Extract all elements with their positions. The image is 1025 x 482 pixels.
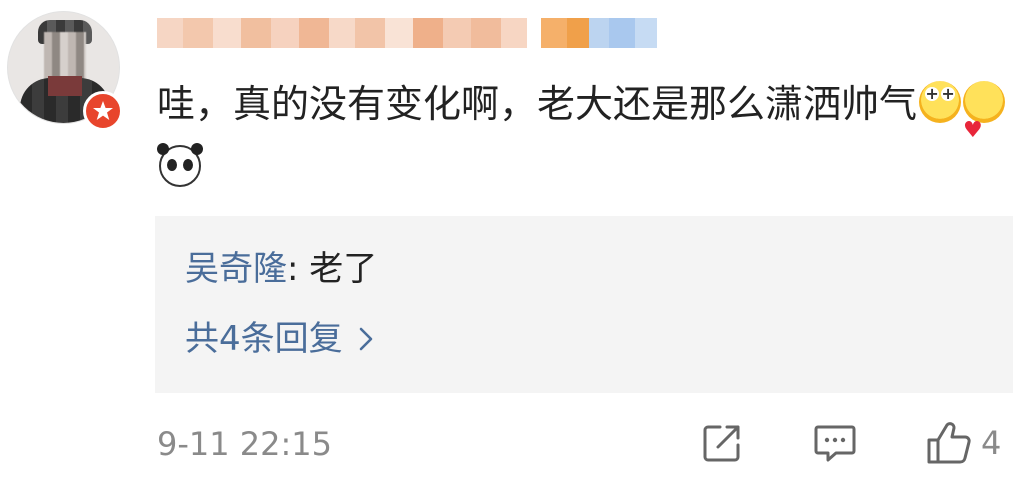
reply-preview-line: 吴奇隆: 老了 [185,246,377,292]
chevron-right-icon [359,327,372,351]
comment-card: 哇，真的没有变化啊，老大还是那么潇洒帅气 吴奇隆: 老了 共4条回复 9-11 … [0,0,1025,482]
comment-icon [814,425,856,462]
like-count: 4 [981,424,1002,462]
share-icon [703,425,740,462]
reply-author-link[interactable]: 吴奇隆 [185,249,287,289]
view-all-replies-link[interactable]: 共4条回复 [185,316,375,362]
view-all-replies-label: 共4条回复 [185,319,343,359]
reply-separator: : [287,249,310,289]
comment-body: 哇，真的没有变化啊，老大还是那么潇洒帅气 [157,72,1017,200]
avatar[interactable] [7,11,123,131]
reply-content: 老了 [309,249,378,289]
panda-emoji [157,143,201,187]
heart-face-emoji [963,81,1006,163]
like-button[interactable]: 4 [925,418,1001,468]
thumbs-up-icon [927,422,971,464]
comment-text: 哇，真的没有变化啊，老大还是那么潇洒帅气 [157,82,918,126]
star-eyes-emoji [919,81,962,123]
share-button[interactable] [700,418,744,468]
reply-button[interactable] [812,418,858,468]
reply-preview-box[interactable]: 吴奇隆: 老了 共4条回复 [155,216,1013,393]
username-blurred[interactable] [157,16,657,50]
comment-timestamp: 9-11 22:15 [157,425,333,463]
vip-badge-icon [83,91,123,131]
